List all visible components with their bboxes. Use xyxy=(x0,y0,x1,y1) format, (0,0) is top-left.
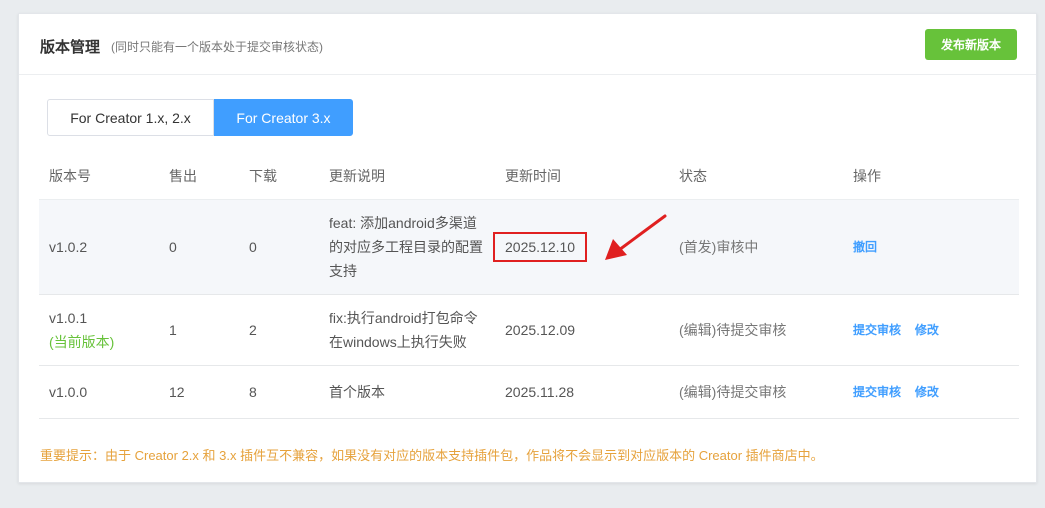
table-row: v1.0.0 12 8 首个版本 2025.11.28 (编辑)待提交审核 提交… xyxy=(39,365,1019,419)
column-header-updated: 更新时间 xyxy=(495,154,669,200)
notes-cell: 首个版本 xyxy=(319,365,495,419)
status-cell: (首发)审核中 xyxy=(669,199,843,295)
notes-line: 在windows上执行失败 xyxy=(329,333,467,350)
table-row: v1.0.2 0 0 feat: 添加android多渠道 的对应多工程目录的配… xyxy=(39,199,1019,295)
version-cell: v1.0.2 xyxy=(39,199,159,295)
withdraw-link[interactable]: 撤回 xyxy=(853,240,877,254)
notes-line: 首个版本 xyxy=(329,383,385,400)
sold-cell: 0 xyxy=(159,199,239,295)
card-header: 版本管理 (同时只能有一个版本处于提交审核状态) 发布新版本 xyxy=(19,14,1036,75)
updated-cell: 2025.11.28 xyxy=(495,365,669,419)
notes-line: feat: 添加android多渠道 xyxy=(329,214,477,231)
notes-line: 的对应多工程目录的配置 xyxy=(329,238,483,255)
column-header-sold: 售出 xyxy=(159,154,239,200)
creator-version-tabs: For Creator 1.x, 2.x For Creator 3.x xyxy=(47,99,353,136)
tab-creator-3x[interactable]: For Creator 3.x xyxy=(214,99,353,136)
version-cell: v1.0.0 xyxy=(39,365,159,419)
notes-line: fix:执行android打包命令 xyxy=(329,309,478,326)
column-header-downloads: 下载 xyxy=(239,154,319,200)
table-header-row: 版本号 售出 下载 更新说明 更新时间 状态 操作 xyxy=(39,154,1019,200)
column-header-notes: 更新说明 xyxy=(319,154,495,200)
submit-review-link[interactable]: 提交审核 xyxy=(853,323,901,337)
sold-cell: 12 xyxy=(159,365,239,419)
version-label: v1.0.1 xyxy=(49,309,88,326)
page-title: 版本管理 xyxy=(40,39,101,56)
current-version-tag: (当前版本) xyxy=(49,333,115,350)
table-row: v1.0.1 (当前版本) 1 2 fix:执行android打包命令 在win… xyxy=(39,294,1019,366)
compatibility-notice: 重要提示：由于 Creator 2.x 和 3.x 插件互不兼容，如果没有对应的… xyxy=(40,448,824,463)
column-header-actions: 操作 xyxy=(843,154,1019,200)
version-cell: v1.0.1 (当前版本) xyxy=(39,294,159,366)
status-cell: (编辑)待提交审核 xyxy=(669,365,843,419)
actions-cell: 提交审核 修改 xyxy=(843,365,1019,419)
page-subtitle: (同时只能有一个版本处于提交审核状态) xyxy=(111,40,323,54)
edit-link[interactable]: 修改 xyxy=(915,323,939,337)
actions-cell: 提交审核 修改 xyxy=(843,294,1019,366)
downloads-cell: 2 xyxy=(239,294,319,366)
status-cell: (编辑)待提交审核 xyxy=(669,294,843,366)
downloads-cell: 0 xyxy=(239,199,319,295)
publish-new-version-button[interactable]: 发布新版本 xyxy=(925,29,1017,60)
downloads-cell: 8 xyxy=(239,365,319,419)
highlighted-date: 2025.12.10 xyxy=(493,231,588,262)
actions-cell: 撤回 xyxy=(843,199,1019,295)
updated-cell: 2025.12.09 xyxy=(495,294,669,366)
versions-table: 版本号 售出 下载 更新说明 更新时间 状态 操作 v1.0.2 0 0 fea… xyxy=(39,154,1019,419)
version-management-card: 版本管理 (同时只能有一个版本处于提交审核状态) 发布新版本 For Creat… xyxy=(18,13,1037,483)
annotation-arrow-icon xyxy=(605,214,667,260)
edit-link[interactable]: 修改 xyxy=(915,385,939,399)
submit-review-link[interactable]: 提交审核 xyxy=(853,385,901,399)
sold-cell: 1 xyxy=(159,294,239,366)
notes-cell: fix:执行android打包命令 在windows上执行失败 xyxy=(319,294,495,366)
tab-creator-1x-2x[interactable]: For Creator 1.x, 2.x xyxy=(47,99,214,136)
column-header-status: 状态 xyxy=(669,154,843,200)
notes-line: 支持 xyxy=(329,262,357,279)
column-header-version: 版本号 xyxy=(39,154,159,200)
notes-cell: feat: 添加android多渠道 的对应多工程目录的配置 支持 xyxy=(319,199,495,295)
